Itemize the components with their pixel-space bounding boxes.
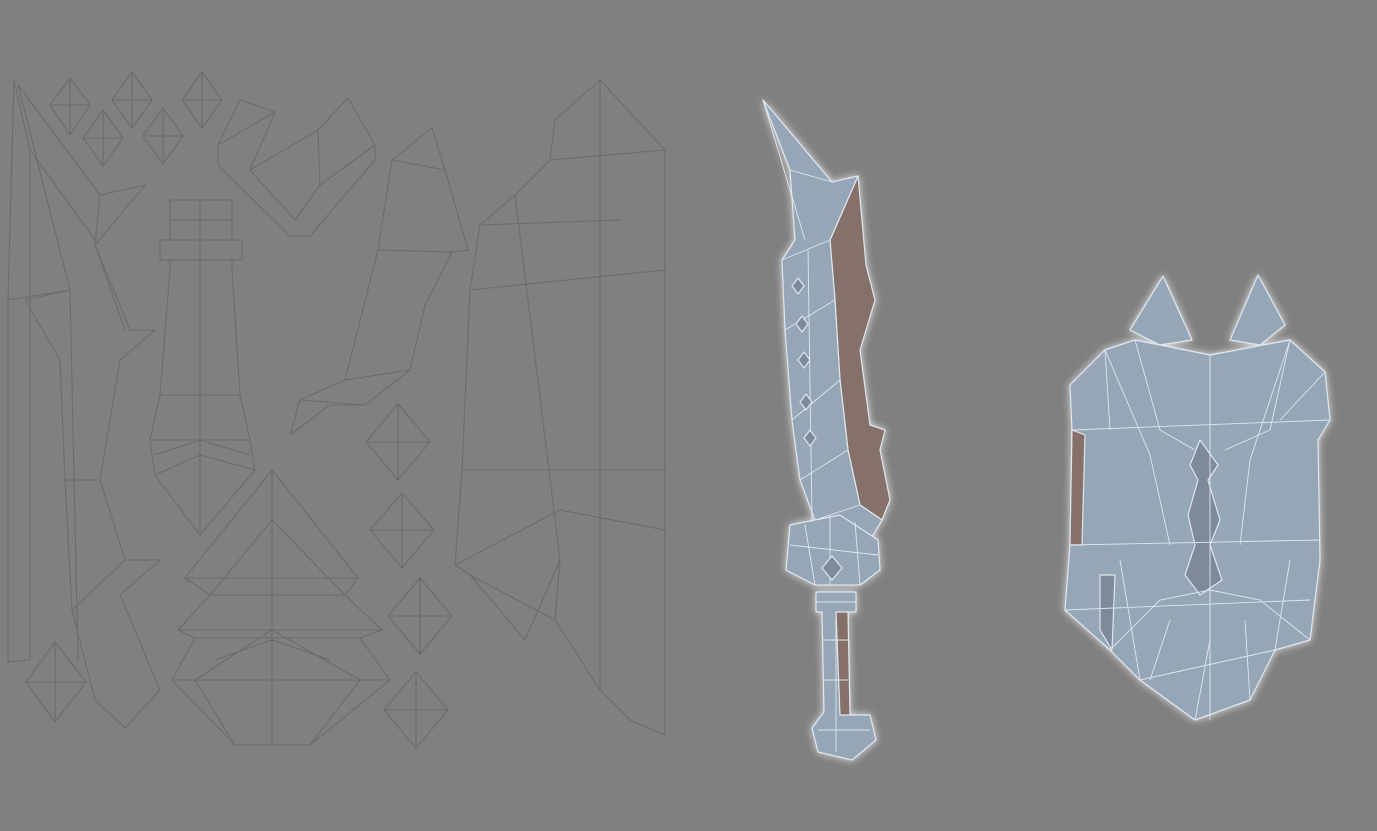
uv-island-shield[interactable] [454,79,666,736]
shield-horn-right [1229,274,1286,346]
uv-layout[interactable] [7,71,666,749]
uv-island-diamond[interactable] [383,671,449,749]
uv-island-blade-edge[interactable] [289,127,469,436]
viewport-canvas [7,71,1331,761]
uv-island-guard[interactable] [217,97,376,237]
shield-mesh[interactable] [1064,274,1331,721]
uv-island-diamond[interactable] [369,492,435,569]
shield-spine [1184,439,1223,596]
uv-island-diamond[interactable] [49,77,91,136]
shield-horn-left [1129,275,1193,346]
uv-island-diamond[interactable] [25,641,87,723]
uv-island-diamond[interactable] [111,71,153,129]
shield-side-left [1069,429,1086,546]
uv-island-pommel[interactable] [171,469,391,746]
sword-mesh[interactable] [762,99,891,761]
uv-island-diamond[interactable] [365,403,431,481]
uv-island-diamond[interactable] [142,107,184,165]
uv-island-hilt[interactable] [149,199,256,536]
uv-island-blade-main[interactable] [17,84,161,729]
uv-island-blade-left[interactable] [7,79,96,663]
uv-island-diamond[interactable] [82,109,124,167]
uv-island-diamond[interactable] [181,71,223,129]
uv-editor-viewport[interactable] [0,0,1377,831]
uv-island-diamond[interactable] [387,577,453,655]
